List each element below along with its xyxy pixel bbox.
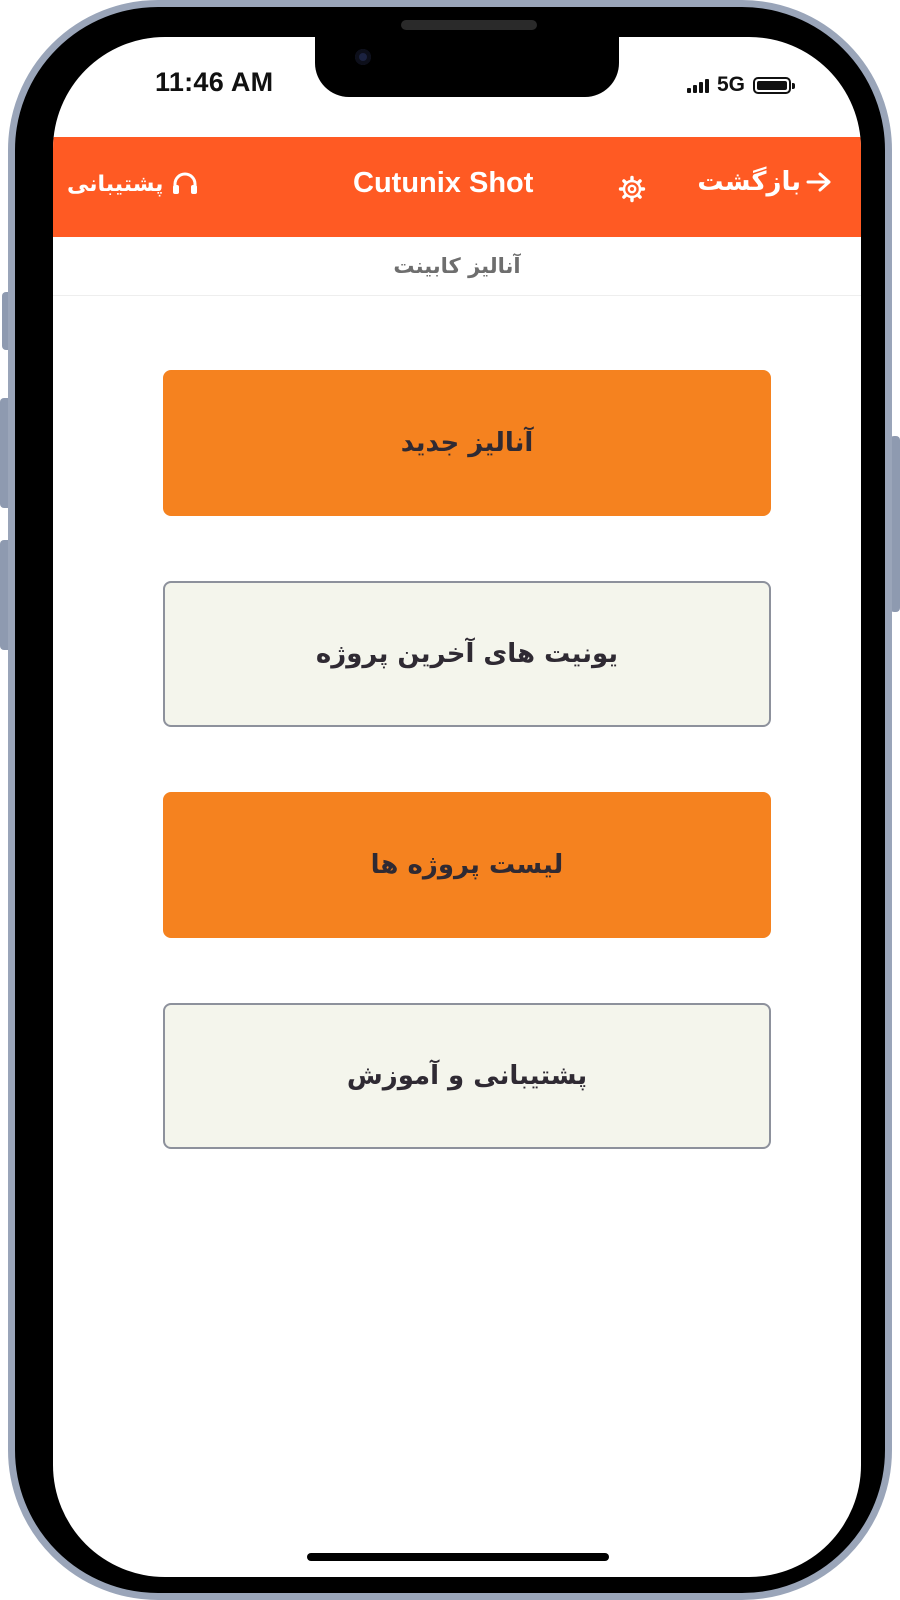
- gear-icon[interactable]: [618, 175, 646, 203]
- arrow-right-icon: [806, 172, 831, 192]
- front-camera: [355, 49, 371, 65]
- notch: [315, 37, 619, 97]
- speaker-grille: [401, 20, 537, 30]
- new-analysis-button[interactable]: آنالیز جدید: [163, 370, 771, 516]
- project-list-button[interactable]: لیست پروژه ها: [163, 792, 771, 938]
- support-link[interactable]: پشتیبانی: [67, 171, 199, 197]
- support-training-button[interactable]: پشتیبانی و آموزش: [163, 1003, 771, 1149]
- phone-screen: 11:46 AM 5G پشتیبانی Cutunix Shot بازگشت…: [53, 37, 861, 1577]
- network-label: 5G: [716, 73, 745, 96]
- support-label: پشتیبانی: [67, 171, 164, 197]
- back-button[interactable]: بازگشت: [697, 167, 833, 197]
- app-title: Cutunix Shot: [353, 167, 534, 199]
- app-header: پشتیبانی Cutunix Shot بازگشت: [53, 137, 861, 237]
- device-mockup: 11:46 AM 5G پشتیبانی Cutunix Shot بازگشت…: [0, 0, 900, 1600]
- page-subtitle: آنالیز کابینت: [393, 254, 521, 278]
- battery-icon: [753, 76, 795, 94]
- phone-frame: 11:46 AM 5G پشتیبانی Cutunix Shot بازگشت…: [8, 0, 892, 1600]
- status-icons: 5G: [686, 73, 795, 97]
- battery-fill: [757, 80, 787, 90]
- page-subtitle-bar: آنالیز کابینت: [53, 237, 861, 296]
- last-project-units-button[interactable]: یونیت های آخرین پروژه: [163, 581, 771, 727]
- headset-icon: [173, 172, 198, 194]
- signal-icon: [686, 77, 709, 93]
- status-time: 11:46 AM: [155, 67, 274, 97]
- back-label: بازگشت: [697, 167, 801, 197]
- home-indicator[interactable]: [307, 1553, 609, 1561]
